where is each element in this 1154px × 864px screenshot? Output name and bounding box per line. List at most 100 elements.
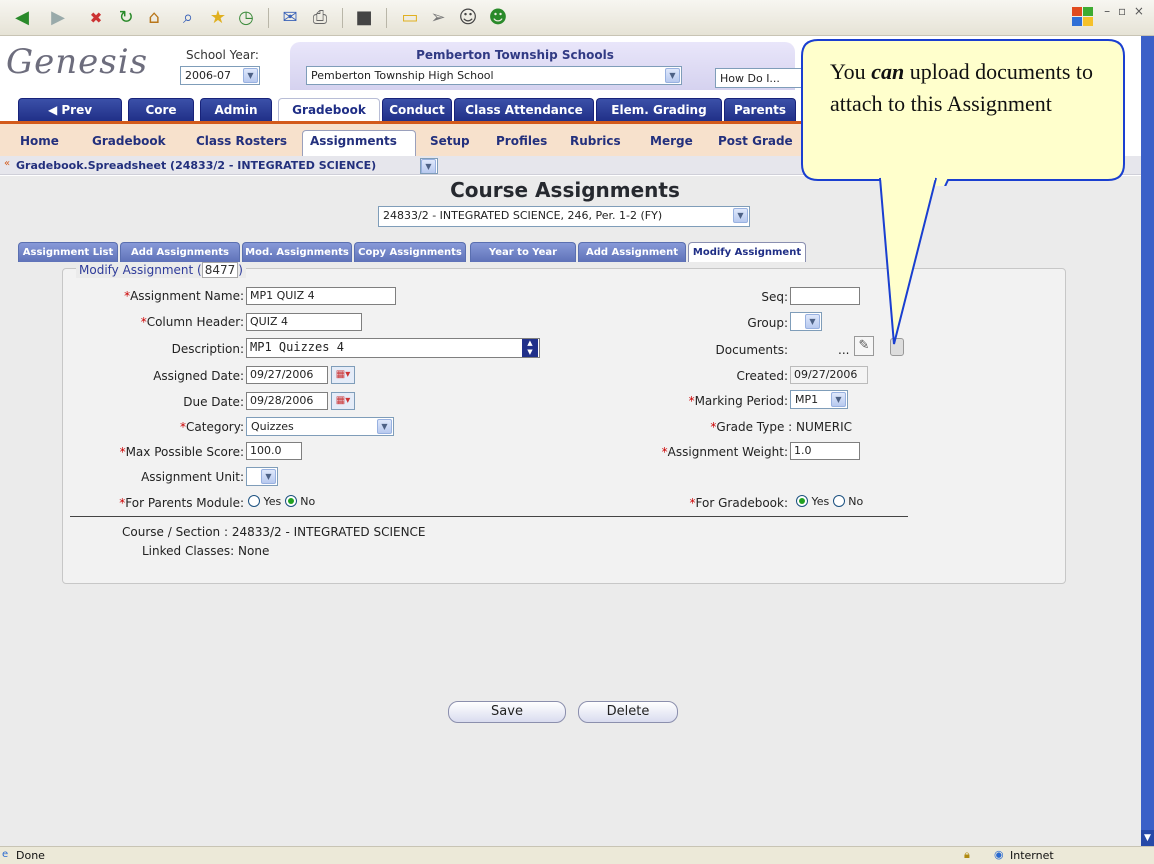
scroll-arrows-icon[interactable]: ▲ ▼ (522, 339, 538, 357)
marking-period-select[interactable]: MP1 ▼ (790, 390, 848, 409)
chevron-down-icon: ▼ (733, 208, 748, 223)
tab-copy-assignments[interactable]: Copy Assignments (354, 242, 466, 262)
marking-period-label: *Marking Period: (688, 394, 788, 408)
description-label: Description: (171, 342, 244, 356)
gradebook-no-radio[interactable] (832, 495, 845, 507)
chevron-down-icon: ▼ (421, 159, 436, 173)
tab-mod-assignments[interactable]: Mod. Assignments (242, 242, 352, 262)
gradebook-yes-radio[interactable] (796, 495, 808, 507)
subnav-rubrics[interactable]: Rubrics (570, 134, 621, 148)
favorites-icon[interactable]: ★ (204, 4, 232, 32)
folder-icon[interactable]: ▭ (396, 4, 424, 32)
prev-button[interactable]: ◀ Prev (18, 98, 122, 122)
chevron-down-icon: ▼ (831, 392, 846, 407)
parents-no-radio[interactable] (284, 495, 297, 507)
tab-gradebook[interactable]: Gradebook (278, 98, 380, 122)
globe-icon: ◉ (994, 848, 1004, 861)
scroll-down-icon[interactable]: ▼ (1141, 830, 1154, 846)
course-select[interactable]: 24833/2 - INTEGRATED SCIENCE, 246, Per. … (378, 206, 750, 227)
stop-icon[interactable]: ✖ (82, 4, 110, 32)
calendar-icon[interactable]: ▦▾ (331, 392, 355, 410)
chevron-down-icon: ▼ (261, 469, 276, 484)
collapse-icon[interactable]: « (4, 158, 10, 169)
tab-add-assignments[interactable]: Add Assignments (120, 242, 240, 262)
category-label: *Category: (180, 420, 244, 434)
back-icon[interactable]: ◀ (8, 4, 36, 32)
subnav-merge[interactable]: Merge (650, 134, 693, 148)
fieldset-legend: Modify Assignment (8477) (76, 262, 246, 278)
callout-pointer (879, 176, 937, 345)
print-icon[interactable]: ⎙ (306, 4, 334, 32)
subnav-gradebook[interactable]: Gradebook (92, 134, 166, 148)
ie-page-icon: e (2, 849, 9, 860)
home-icon[interactable]: ⌂ (140, 4, 168, 32)
edit-icon[interactable]: ■ (350, 4, 378, 32)
tab-assignment-list[interactable]: Assignment List (18, 242, 118, 262)
subnav-setup[interactable]: Setup (430, 134, 470, 148)
subnav-class-rosters[interactable]: Class Rosters (196, 134, 287, 148)
search-icon[interactable]: ⌕ (174, 4, 202, 32)
seq-input[interactable] (790, 287, 860, 305)
seq-label: Seq: (761, 290, 788, 304)
chevron-down-icon: ▼ (805, 314, 820, 329)
genesis-logo: Genesis (6, 42, 149, 82)
subnav-profiles[interactable]: Profiles (496, 134, 547, 148)
created-value: 09/27/2006 (790, 366, 868, 384)
messenger-icon[interactable]: ➢ (424, 4, 452, 32)
tab-core[interactable]: Core (128, 98, 194, 122)
subnav-home[interactable]: Home (20, 134, 59, 148)
breadcrumb-select[interactable]: ▼ (420, 158, 438, 174)
window-controls[interactable]: – ▫ × (1104, 4, 1146, 18)
tab-parents[interactable]: Parents (724, 98, 796, 122)
mail-icon[interactable]: ✉ (276, 4, 304, 32)
forward-icon[interactable]: ▶ (44, 4, 72, 32)
status-text: Done (16, 849, 45, 862)
category-select[interactable]: Quizzes ▼ (246, 417, 394, 436)
tab-modify-assignment[interactable]: Modify Assignment (688, 242, 806, 262)
divider (70, 516, 908, 517)
for-gradebook-radio-group: Yes No (796, 495, 863, 508)
delete-button[interactable]: Delete (578, 701, 678, 723)
page-title: Course Assignments (450, 178, 680, 202)
breadcrumb[interactable]: Gradebook.Spreadsheet (24833/2 - INTEGRA… (16, 159, 376, 172)
tab-add-assignment[interactable]: Add Assignment (578, 242, 686, 262)
group-select[interactable]: ▼ (790, 312, 822, 331)
tab-conduct[interactable]: Conduct (382, 98, 452, 122)
assignment-name-input[interactable]: MP1 QUIZ 4 (246, 287, 396, 305)
max-score-label: *Max Possible Score: (119, 445, 244, 459)
lock-icon: 🔒︎ (964, 848, 970, 861)
how-do-i-input[interactable]: How Do I... (715, 68, 805, 88)
tab-elem-grading[interactable]: Elem. Grading (596, 98, 722, 122)
status-bar (0, 846, 1154, 864)
tab-year-to-year[interactable]: Year to Year (470, 242, 576, 262)
assignment-unit-select[interactable]: ▼ (246, 467, 278, 486)
parents-module-label: *For Parents Module: (119, 496, 244, 510)
tab-admin[interactable]: Admin (200, 98, 272, 122)
assigned-date-input[interactable]: 09/27/2006 (246, 366, 328, 384)
assignment-weight-input[interactable]: 1.0 (790, 442, 860, 460)
subnav-post-grade[interactable]: Post Grade (718, 134, 793, 148)
users-icon[interactable]: ☻ (484, 4, 512, 32)
column-header-label: *Column Header: (140, 315, 244, 329)
school-year-select[interactable]: 2006-07 ▼ (180, 66, 260, 85)
description-input[interactable]: MP1 Quizzes 4 (246, 338, 540, 358)
district-name: Pemberton Township Schools (416, 48, 614, 62)
max-score-input[interactable]: 100.0 (246, 442, 302, 460)
assignment-unit-label: Assignment Unit: (141, 470, 244, 484)
callout-text: You can upload documents to attach to th… (830, 59, 1093, 116)
course-section: Course / Section : 24833/2 - INTEGRATED … (122, 525, 426, 539)
due-date-input[interactable]: 09/28/2006 (246, 392, 328, 410)
scrollbar[interactable]: ▼ (1141, 36, 1154, 846)
save-button[interactable]: Save (448, 701, 566, 723)
history-icon[interactable]: ◷ (232, 4, 260, 32)
calendar-icon[interactable]: ▦▾ (331, 366, 355, 384)
subnav-assignments[interactable]: Assignments (310, 134, 397, 148)
tab-class-attendance[interactable]: Class Attendance (454, 98, 594, 122)
windows-logo-icon (1072, 7, 1093, 26)
column-header-input[interactable]: QUIZ 4 (246, 313, 362, 331)
refresh-icon[interactable]: ↻ (112, 4, 140, 32)
users-icon[interactable]: ☺ (454, 4, 482, 32)
grade-type: *Grade Type : NUMERIC (710, 420, 852, 434)
parents-yes-radio[interactable] (248, 495, 260, 507)
school-select[interactable]: Pemberton Township High School ▼ (306, 66, 682, 85)
